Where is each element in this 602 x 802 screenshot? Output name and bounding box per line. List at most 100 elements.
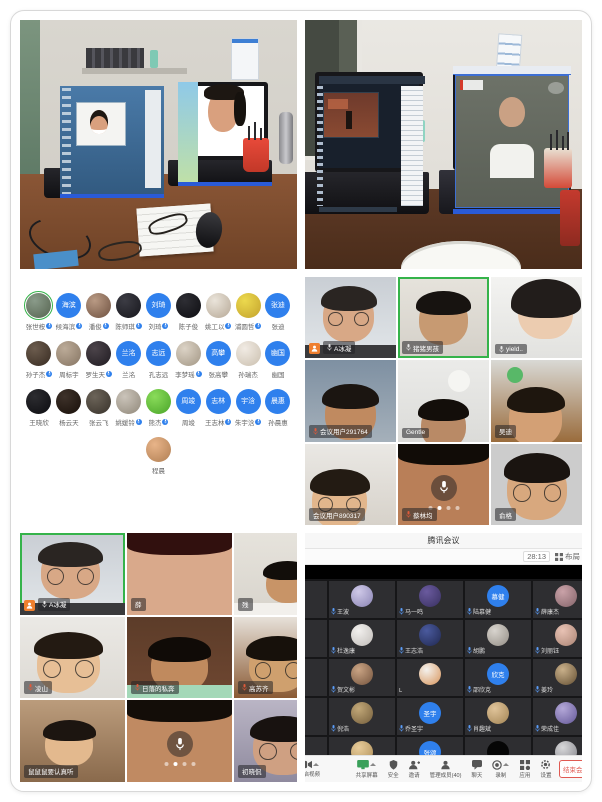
meeting-tile[interactable]: 荣成佳: [533, 698, 582, 735]
shield-icon: [389, 760, 398, 770]
video-tile[interactable]: 蔡林均: [398, 444, 489, 526]
meeting-tile[interactable]: 尧: [465, 737, 531, 755]
toolbar-button-screen[interactable]: 共享屏幕: [351, 760, 383, 779]
participant-item[interactable]: 志林王志林: [203, 389, 233, 427]
participant-item[interactable]: 王晓欣: [24, 389, 54, 427]
toolbar-button-chat[interactable]: 聊天: [466, 760, 487, 779]
meeting-tile[interactable]: 刘丽钰: [533, 620, 582, 657]
participant-item[interactable]: 周竣周竣: [173, 389, 203, 427]
toolbar-button-apps[interactable]: 应用: [514, 760, 535, 779]
meeting-tile[interactable]: [305, 698, 327, 735]
chevron-up-icon[interactable]: [313, 763, 319, 766]
meeting-tile[interactable]: 倪浩: [329, 698, 395, 735]
participant-item[interactable]: 姚工以: [203, 293, 233, 331]
meeting-tile[interactable]: 汤汤同学: [329, 737, 395, 755]
video-tile[interactable]: 高苏齐: [234, 617, 297, 699]
video-tile[interactable]: 猪猪男孩: [398, 277, 489, 359]
meeting-tile[interactable]: 一鸣: [305, 737, 327, 755]
participant-item[interactable]: 宇浛朱宇浛: [233, 389, 263, 427]
toolbar-button-record[interactable]: 录制: [487, 760, 514, 779]
meeting-tile[interactable]: 王波: [329, 581, 395, 618]
participant-name: 程晨: [144, 465, 174, 475]
toolbar-button-invite[interactable]: 邀请: [404, 760, 425, 779]
mic-icon: [28, 684, 33, 691]
audio-badge-icon: [196, 371, 202, 377]
meeting-tile[interactable]: 张颂张颂: [397, 737, 463, 755]
meeting-tile[interactable]: 马一鸣: [397, 581, 463, 618]
mic-icon: [399, 647, 404, 654]
video-tile[interactable]: Gentle: [398, 360, 489, 442]
meeting-tile[interactable]: [305, 659, 327, 696]
participant-item[interactable]: 孙子杰: [24, 341, 54, 379]
hair: [43, 720, 96, 741]
participant-item[interactable]: 兰洺兰洺: [114, 341, 144, 379]
face: [419, 295, 468, 346]
participant-item[interactable]: 志远孔志远: [144, 341, 174, 379]
meeting-tile[interactable]: 杜逸康: [329, 620, 395, 657]
participant-item[interactable]: 浦圆哲: [233, 293, 263, 331]
meeting-tile[interactable]: L: [397, 659, 463, 696]
mic-icon: [104, 323, 107, 328]
participant-item[interactable]: 高攀张高攀: [203, 341, 233, 379]
meeting-tile[interactable]: 甜甜: [305, 620, 327, 657]
participant-item[interactable]: 罗生天: [84, 341, 114, 379]
meeting-tile[interactable]: 胡鹏: [465, 620, 531, 657]
meeting-tile[interactable]: 天天: [305, 581, 327, 618]
participant-item[interactable]: 张迪张迪: [263, 293, 293, 331]
participant-item[interactable]: 李梦瑶: [173, 341, 203, 379]
participant-item[interactable]: 张世桉: [24, 293, 54, 331]
video-tile[interactable]: 吴迪: [491, 360, 582, 442]
video-tile[interactable]: 会议用户291764: [305, 360, 396, 442]
layout-switcher[interactable]: 布局: [555, 551, 580, 562]
toolbar-button-members[interactable]: 管理成员(40): [425, 760, 467, 779]
participant-item[interactable]: 程晨: [144, 437, 174, 475]
participant-item[interactable]: 刘琦刘琦: [144, 293, 174, 331]
video-tile[interactable]: 日落的私奔: [127, 617, 232, 699]
participant-item[interactable]: 陈师琪: [114, 293, 144, 331]
participant-item[interactable]: 幽国幽国: [263, 341, 293, 379]
hair: [511, 279, 581, 318]
video-tile[interactable]: 薛: [127, 533, 232, 615]
hair: [127, 533, 232, 554]
participant-item[interactable]: 陈子俊: [173, 293, 203, 331]
chevron-up-icon[interactable]: [370, 763, 376, 766]
toolbar-button-shield[interactable]: 安全: [383, 760, 404, 779]
video-tile[interactable]: 俞格: [491, 444, 582, 526]
avatar: [26, 389, 51, 414]
participant-item[interactable]: 海滨候海滨: [54, 293, 84, 331]
participant-item[interactable]: 姚媛铃: [114, 389, 144, 427]
meeting-tile[interactable]: 欣克邵欣克: [465, 659, 531, 696]
meeting-tile[interactable]: 贺文彬: [329, 659, 395, 696]
video-tile[interactable]: 会议用户890317: [305, 444, 396, 526]
participant-name-label: 肖趣斌: [467, 724, 491, 733]
toolbar-button-camera[interactable]: 开启视频: [305, 760, 325, 778]
meeting-tile[interactable]: 肖趣斌: [465, 698, 531, 735]
participant-item[interactable]: 潘俊: [84, 293, 114, 331]
participant-item[interactable]: 杨云天: [54, 389, 84, 427]
video-tile[interactable]: 鼠鼠鼠要认真听: [20, 700, 125, 782]
participant-item[interactable]: 晨惠孙晨惠: [263, 389, 293, 427]
participant-item[interactable]: 张云飞: [84, 389, 114, 427]
meeting-tile[interactable]: 圣宇乔圣宇: [397, 698, 463, 735]
participant-item[interactable]: 孙瑞杰: [233, 341, 263, 379]
participant-name-label: 凌山: [24, 681, 52, 694]
end-meeting-button[interactable]: 结束会议: [559, 760, 582, 778]
meeting-tile[interactable]: 姜玲: [533, 659, 582, 696]
toolbar-button-gear[interactable]: 设置: [535, 759, 556, 779]
chevron-up-icon[interactable]: [503, 763, 509, 766]
meeting-tile[interactable]: 慕健陆慕健: [465, 581, 531, 618]
video-tile[interactable]: yield..: [491, 277, 582, 359]
meeting-tile[interactable]: 刘欣鹏: [533, 737, 582, 755]
video-tile[interactable]: [127, 700, 232, 782]
video-tile[interactable]: A冰凝: [305, 277, 396, 359]
participant-item[interactable]: 周标宇: [54, 341, 84, 379]
hair: [322, 384, 378, 409]
meeting-tile[interactable]: 王志浩: [397, 620, 463, 657]
meeting-tile[interactable]: 薛康杰: [533, 581, 582, 618]
video-tile[interactable]: A冰凝: [20, 533, 125, 615]
mic-icon: [42, 601, 47, 608]
video-tile[interactable]: 凌山: [20, 617, 125, 699]
video-tile[interactable]: 残: [234, 533, 297, 615]
participant-item[interactable]: 熊杰: [144, 389, 174, 427]
video-tile[interactable]: 初晓侃: [234, 700, 297, 782]
